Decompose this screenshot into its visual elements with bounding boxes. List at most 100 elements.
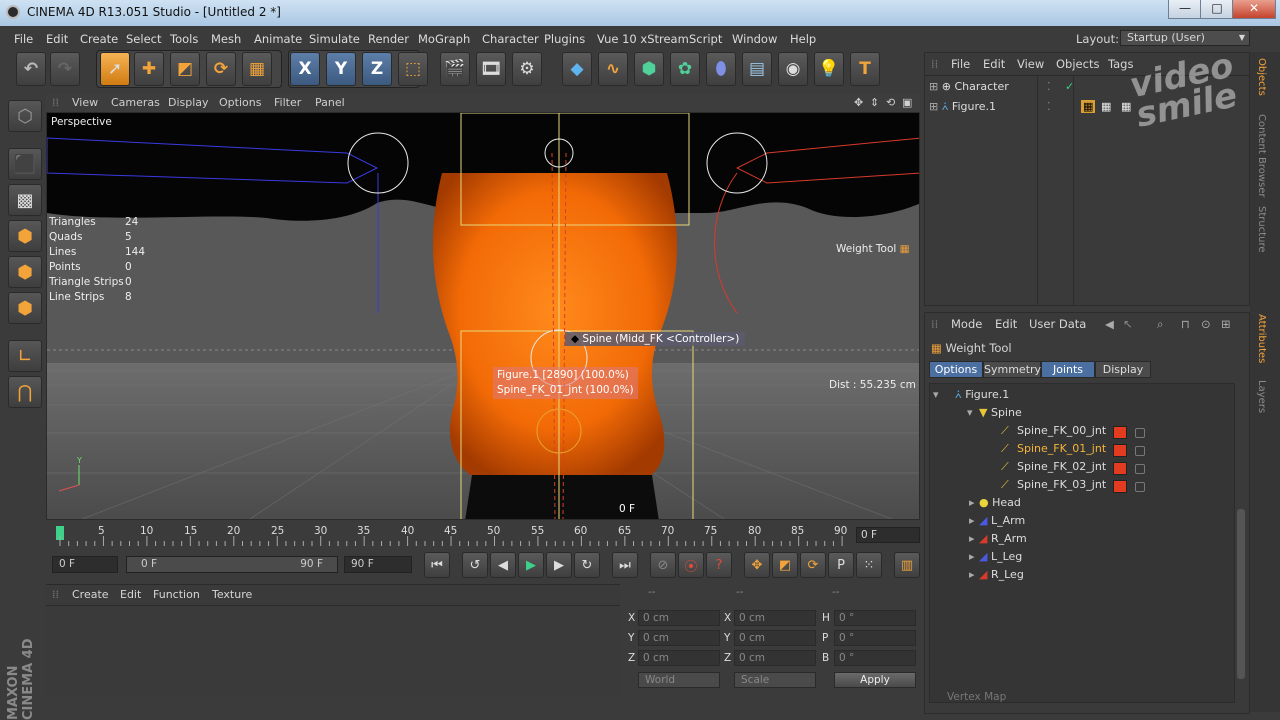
menu-script[interactable]: Script xyxy=(689,32,722,46)
render-picture-viewer-icon[interactable]: 🎞 xyxy=(476,52,506,86)
lock-icon[interactable] xyxy=(1135,464,1145,474)
object-menu-objects[interactable]: Objects xyxy=(1056,57,1099,71)
object-row-character[interactable]: ⊞ ⊕ Character ⁚ ✓ xyxy=(929,80,1074,98)
subdivision-icon[interactable]: ⬢ xyxy=(634,52,664,86)
tab-layers[interactable]: Layers xyxy=(1256,380,1267,413)
search-icon[interactable]: ⌕ xyxy=(1157,317,1163,332)
position-x-field[interactable]: 0 cm xyxy=(638,610,720,626)
tab-display[interactable]: Display xyxy=(1095,361,1151,378)
rotation-p-field[interactable]: 0 ° xyxy=(834,630,916,646)
keyframe-selection-icon[interactable]: ? xyxy=(706,552,732,578)
tab-options[interactable]: Options xyxy=(929,361,983,378)
back-arrow-icon[interactable]: ◀ xyxy=(1105,317,1114,331)
object-menu-file[interactable]: File xyxy=(951,57,970,71)
viewport-menu-view[interactable]: View xyxy=(72,96,98,109)
range-slider[interactable]: 0 F 90 F xyxy=(126,556,338,573)
tab-objects[interactable]: Objects xyxy=(1256,58,1267,96)
scale-icon[interactable]: ◩ xyxy=(170,52,200,86)
record-keys-icon[interactable]: ⊘ xyxy=(650,552,676,578)
move-icon[interactable]: ✚ xyxy=(134,52,164,86)
attr-menu-mode[interactable]: Mode xyxy=(951,317,982,331)
menu-edit[interactable]: Edit xyxy=(46,32,68,46)
tree-item[interactable]: ▸ ◢ R_Leg xyxy=(925,568,1235,586)
floor-icon[interactable]: ▤ xyxy=(742,52,772,86)
go-to-start-icon[interactable]: ⏮ xyxy=(424,552,450,578)
viewport-menu-display[interactable]: Display xyxy=(168,96,209,109)
light-icon[interactable]: 💡 xyxy=(814,52,844,86)
menu-select[interactable]: Select xyxy=(126,32,161,46)
redo-icon[interactable]: ↷ xyxy=(50,52,80,86)
rotate-view-icon[interactable]: ⟲ xyxy=(886,96,895,109)
tree-item-selected[interactable]: ⟋ Spine_FK_01_jnt xyxy=(925,442,1235,460)
attr-menu-edit[interactable]: Edit xyxy=(995,317,1017,331)
position-y-field[interactable]: 0 cm xyxy=(638,630,720,646)
scrollbar[interactable] xyxy=(1237,509,1245,679)
layout-dropdown[interactable]: Startup (User) ▼ xyxy=(1120,30,1250,46)
3d-viewport[interactable]: Y Perspective Triangles 24 Quads 5 Lines 14… xyxy=(46,112,920,520)
menu-help[interactable]: Help xyxy=(790,32,816,46)
joint-color-swatch[interactable] xyxy=(1113,426,1127,439)
object-menu-view[interactable]: View xyxy=(1017,57,1044,71)
menu-file[interactable]: File xyxy=(14,32,33,46)
material-menu-texture[interactable]: Texture xyxy=(212,588,252,601)
new-panel-icon[interactable]: ⊞ xyxy=(1221,317,1231,331)
minimize-button[interactable]: — xyxy=(1168,0,1202,19)
scale-dropdown[interactable]: Scale xyxy=(734,672,816,688)
viewport-menu-cameras[interactable]: Cameras xyxy=(111,96,160,109)
viewport-menu-options[interactable]: Options xyxy=(219,96,261,109)
x-axis-icon[interactable]: X xyxy=(290,52,320,86)
menu-vue-xstream[interactable]: Vue 10 xStream xyxy=(597,32,689,46)
z-axis-icon[interactable]: Z xyxy=(362,52,392,86)
zoom-view-icon[interactable]: ⇕ xyxy=(870,96,879,109)
tab-joints[interactable]: Joints xyxy=(1041,361,1095,378)
render-settings-icon[interactable]: ⚙ xyxy=(512,52,542,86)
rotate-icon[interactable]: ⟳ xyxy=(206,52,236,86)
viewport-menu-filter[interactable]: Filter xyxy=(274,96,301,109)
polygons-mode-icon[interactable]: ⬢ xyxy=(8,292,42,324)
current-frame-field[interactable]: 0 F xyxy=(856,527,920,543)
next-frame-icon[interactable]: ▶ xyxy=(546,552,572,578)
pan-view-icon[interactable]: ✥ xyxy=(854,96,863,109)
forward-arrow-icon[interactable]: ↖ xyxy=(1123,317,1133,331)
menu-mesh[interactable]: Mesh xyxy=(211,32,241,46)
menu-plugins[interactable]: Plugins xyxy=(544,32,585,46)
maximize-button[interactable]: □ xyxy=(1200,0,1234,19)
tab-structure[interactable]: Structure xyxy=(1256,206,1267,253)
mograph-cloner-icon[interactable]: ✿ xyxy=(670,52,700,86)
model-mode-icon[interactable]: ⬡ xyxy=(8,100,42,132)
texture-mode-icon[interactable]: ▩ xyxy=(8,184,42,216)
tree-item[interactable]: ▾ ⩑ Figure.1 xyxy=(925,388,1235,406)
scale-x-field[interactable]: 0 cm xyxy=(734,610,816,626)
axis-mode-icon[interactable]: ∟ xyxy=(8,340,42,372)
tag-icon[interactable]: T xyxy=(850,52,880,86)
toggle-layout-icon[interactable]: ▣ xyxy=(902,96,912,109)
start-frame-field[interactable]: 0 F xyxy=(52,556,118,573)
material-menu-create[interactable]: Create xyxy=(72,588,109,601)
end-frame-field[interactable]: 90 F xyxy=(344,556,412,573)
menu-create[interactable]: Create xyxy=(80,32,118,46)
menu-tools[interactable]: Tools xyxy=(170,32,198,46)
scale-y-field[interactable]: 0 cm xyxy=(734,630,816,646)
viewport-menu-panel[interactable]: Panel xyxy=(315,96,345,109)
weight-brush-icon[interactable]: ▦ xyxy=(242,52,272,86)
menu-mograph[interactable]: MoGraph xyxy=(418,32,470,46)
tree-item[interactable]: ⟋ Spine_FK_00_jnt xyxy=(925,424,1235,442)
skin-tag-icon[interactable]: ▦ xyxy=(1101,100,1111,113)
lock-icon[interactable] xyxy=(1135,428,1145,438)
timeline-ruler[interactable]: 5 10 15 20 25 30 35 40 45 50 55 60 65 70… xyxy=(46,522,920,546)
play-icon[interactable]: ▶ xyxy=(518,552,544,578)
history-icon[interactable]: ⊙ xyxy=(1201,317,1211,331)
joint-color-swatch[interactable] xyxy=(1113,480,1127,493)
tree-item[interactable]: ▸ ◢ L_Arm xyxy=(925,514,1235,532)
key-scale-icon[interactable]: ◩ xyxy=(772,552,798,578)
next-key-icon[interactable]: ↻ xyxy=(574,552,600,578)
key-parameter-icon[interactable]: P xyxy=(828,552,854,578)
menu-animate[interactable]: Animate xyxy=(254,32,302,46)
tree-item[interactable]: ⟋ Spine_FK_03_jnt xyxy=(925,478,1235,496)
lock-icon[interactable] xyxy=(1135,446,1145,456)
weight-tag-icon[interactable]: ▦ xyxy=(1081,100,1096,113)
cube-icon[interactable]: ◆ xyxy=(562,52,592,86)
scale-z-field[interactable]: 0 cm xyxy=(734,650,816,666)
tree-item[interactable]: ▸ ● Head xyxy=(925,496,1235,514)
render-view-icon[interactable]: 🎬 xyxy=(440,52,470,86)
